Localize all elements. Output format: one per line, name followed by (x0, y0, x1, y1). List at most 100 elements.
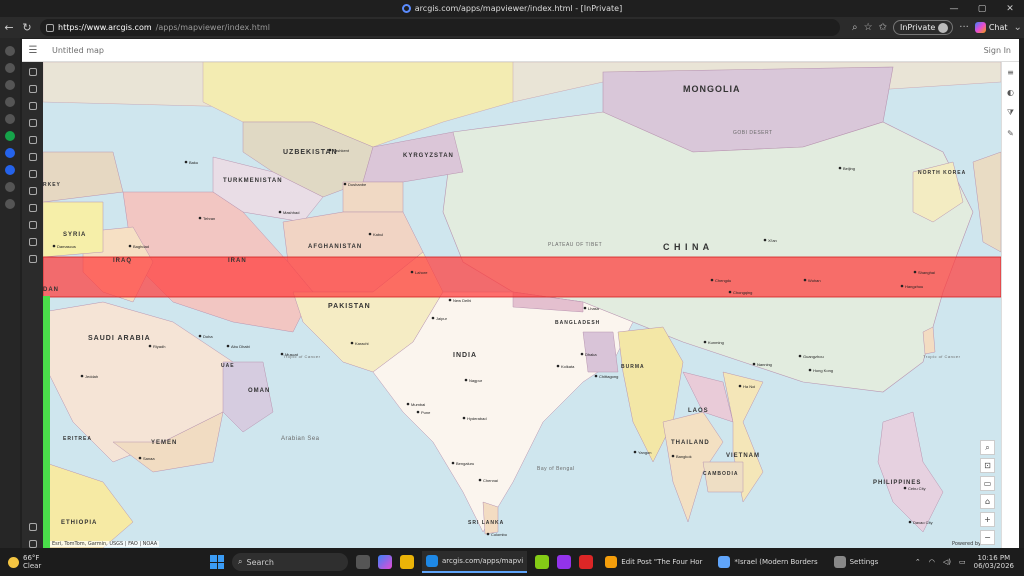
taskbar-search[interactable]: ⌕ Search (232, 553, 348, 571)
inprivate-badge[interactable]: InPrivate (892, 20, 954, 35)
share-icon[interactable] (28, 238, 37, 246)
tables-icon[interactable] (28, 102, 37, 110)
sidebar-app-icon[interactable] (5, 63, 15, 73)
sidebar-search-icon[interactable] (5, 148, 15, 158)
styles-icon[interactable]: ◐ (1007, 88, 1014, 97)
layers-icon[interactable] (28, 85, 37, 93)
city-dot-karachi[interactable] (350, 341, 354, 345)
minimize-icon[interactable]: — (940, 0, 968, 17)
zoom-icon[interactable]: ⌕ (852, 22, 858, 33)
url-field[interactable]: https://www.arcgis.com/apps/mapviewer/in… (40, 19, 840, 36)
sidebar-app-icon[interactable] (5, 97, 15, 107)
hamburger-menu-icon[interactable]: ☰ (22, 45, 44, 56)
file-explorer-icon[interactable] (400, 555, 414, 569)
city-dot-chittagong[interactable] (594, 374, 598, 378)
clock[interactable]: 10:16 PM 06/03/2026 (974, 554, 1014, 570)
save-icon[interactable] (28, 221, 37, 229)
sidebar-app-icon[interactable] (5, 182, 15, 192)
city-dot-chennai[interactable] (478, 478, 482, 482)
app-icon[interactable] (535, 555, 550, 569)
map-attribution[interactable]: Esri, TomTom, Garmin, USGS | FAO | NOAA (50, 541, 160, 547)
task-view-icon[interactable] (356, 555, 370, 569)
city-dot-hanoi[interactable] (738, 384, 742, 388)
city-dot-mashhad[interactable] (278, 210, 282, 214)
sidebar-app-icon[interactable] (5, 131, 15, 141)
city-dot-doha[interactable] (198, 334, 202, 338)
city-dot-colombo[interactable] (486, 532, 490, 536)
city-dot-baku[interactable] (184, 160, 188, 164)
city-dot-damascus[interactable] (52, 244, 56, 248)
city-dot-pune[interactable] (416, 410, 420, 414)
taskbar-task-settings[interactable]: Settings (830, 551, 883, 573)
chevron-up-icon[interactable]: ⌃ (915, 558, 921, 566)
battery-icon[interactable]: ▭ (959, 558, 966, 566)
windows-start-icon[interactable] (210, 555, 224, 569)
close-icon[interactable]: ✕ (996, 0, 1024, 17)
city-dot-bengaluru[interactable] (451, 461, 455, 465)
highlight-band[interactable] (43, 256, 1001, 298)
city-dot-chongqing[interactable] (728, 290, 732, 294)
search-icon[interactable]: ⌕ (980, 440, 995, 455)
copilot-chat-button[interactable]: Chat (974, 22, 1008, 33)
expand-icon[interactable] (28, 540, 37, 548)
add-layer-icon[interactable] (28, 68, 37, 76)
city-dot-dushanbe[interactable] (343, 182, 347, 186)
properties-icon[interactable] (28, 204, 37, 212)
map-title[interactable]: Untitled map (52, 46, 104, 55)
print-icon[interactable] (28, 255, 37, 263)
city-dot-dhaka[interactable] (580, 352, 584, 356)
map-view[interactable]: MONGOLIA C H I N A UZBEKISTAN KYRGYZSTAN TUR… (43, 62, 1001, 548)
taskbar-task-notepad[interactable]: *Israel (Modern Borders (714, 551, 821, 573)
wifi-icon[interactable]: ◠ (929, 558, 935, 566)
select-icon[interactable]: ⊡ (980, 458, 995, 473)
city-dot-kabul[interactable] (368, 232, 372, 236)
city-dot-cebu[interactable] (903, 486, 907, 490)
city-dot-lahore[interactable] (410, 270, 414, 274)
city-dot-abu-dhabi[interactable] (226, 344, 230, 348)
city-dot-tashkent[interactable] (328, 148, 332, 152)
copilot-taskbar-icon[interactable] (378, 555, 392, 569)
city-dot-bangkok[interactable] (671, 454, 675, 458)
lock-icon[interactable] (46, 23, 54, 32)
city-dot-hyderabad[interactable] (462, 416, 466, 420)
properties-icon[interactable]: ≡ (1007, 68, 1014, 77)
zoom-out-icon[interactable]: − (980, 530, 995, 545)
weather-widget[interactable]: 66°F Clear (8, 554, 68, 570)
city-dot-shanghai[interactable] (913, 270, 917, 274)
sidebar-app-icon[interactable] (5, 80, 15, 90)
help-icon[interactable] (28, 523, 37, 531)
favorite-star-icon[interactable]: ☆ (864, 22, 873, 33)
city-dot-muscat[interactable] (280, 352, 284, 356)
dropdown-chevron-icon[interactable]: ⌄ (1014, 22, 1022, 33)
screen-icon[interactable]: ▭ (980, 476, 995, 491)
refresh-icon[interactable]: ↻ (18, 19, 36, 37)
city-dot-nagpur[interactable] (464, 378, 468, 382)
more-options-icon[interactable]: ··· (959, 22, 969, 33)
basemap-icon[interactable] (28, 119, 37, 127)
effects-icon[interactable]: ✎ (1007, 129, 1014, 138)
city-dot-baghdad[interactable] (128, 244, 132, 248)
taskbar-task-edge[interactable]: arcgis.com/apps/mapvi (422, 551, 528, 573)
city-dot-hangzhou[interactable] (900, 284, 904, 288)
home-icon[interactable]: ⌂ (980, 494, 995, 509)
city-dot-beijing[interactable] (838, 166, 842, 170)
city-dot-jaipur[interactable] (431, 316, 435, 320)
city-dot-lhasa[interactable] (583, 306, 587, 310)
city-dot-hong-kong[interactable] (808, 368, 812, 372)
sidebar-collapse-icon[interactable] (5, 46, 15, 56)
legend-icon[interactable] (28, 153, 37, 161)
sign-in-link[interactable]: Sign In (984, 46, 1011, 55)
city-dot-riyadh[interactable] (148, 344, 152, 348)
charts-icon[interactable] (28, 136, 37, 144)
back-arrow-icon[interactable]: ← (0, 19, 18, 37)
city-dot-yangon[interactable] (633, 450, 637, 454)
city-dot-sanaa[interactable] (138, 456, 142, 460)
volume-icon[interactable]: ◁) (943, 558, 951, 566)
taskbar-task-chrome[interactable]: Edit Post "The Four Hor (601, 551, 706, 573)
map-canvas[interactable]: MONGOLIAC H I N AUZBEKISTAN KYRGYZSTANTUR… (43, 62, 1001, 548)
city-dot-guangzhou[interactable] (798, 354, 802, 358)
city-dot-xian[interactable] (763, 238, 767, 242)
sidebar-add-icon[interactable] (5, 199, 15, 209)
city-dot-davao[interactable] (908, 520, 912, 524)
filter-icon[interactable]: ⧩ (1007, 108, 1014, 118)
